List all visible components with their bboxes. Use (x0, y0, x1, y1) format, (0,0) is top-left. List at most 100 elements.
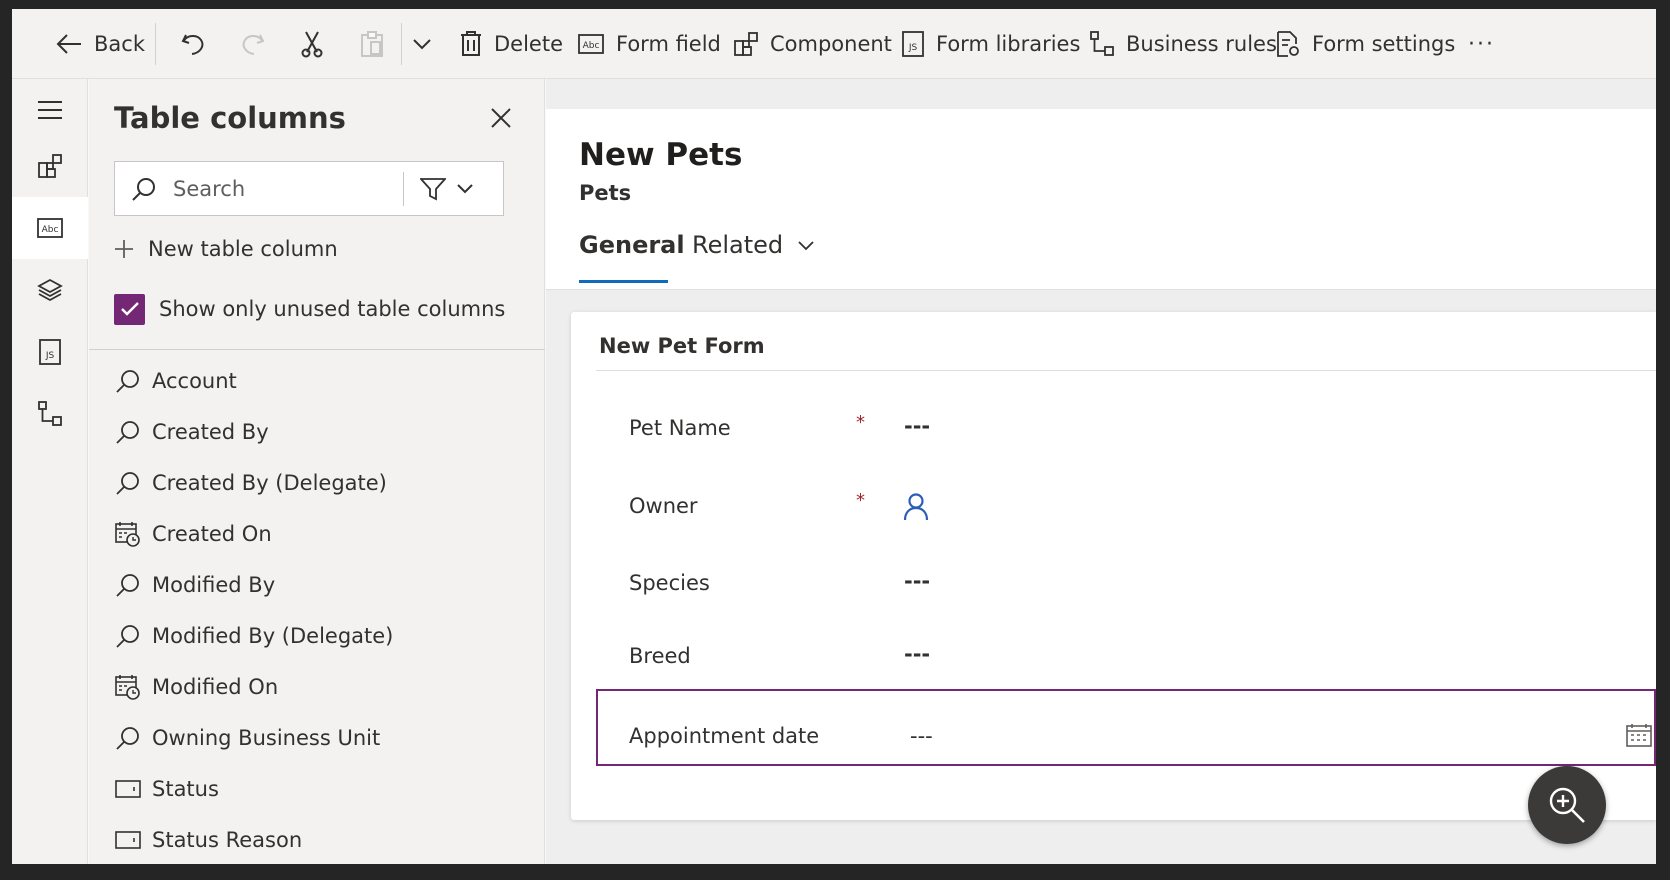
back-button[interactable]: Back (56, 9, 145, 79)
form-field-button[interactable]: Abc Form field (578, 9, 721, 79)
component-icon (734, 32, 758, 56)
paste-icon (361, 31, 383, 57)
datetime-icon (114, 673, 142, 701)
table-column-label: Status (152, 776, 219, 801)
new-table-column-label: New table column (148, 237, 338, 261)
table-column-label: Modified By (152, 572, 276, 597)
components-icon (38, 154, 62, 178)
tab-related-label: Related (692, 231, 784, 259)
form-settings-icon (1277, 31, 1299, 57)
field-label: Pet Name (629, 416, 731, 440)
search-icon (132, 177, 155, 201)
tab-general[interactable]: General (579, 231, 685, 259)
rail-business-rules-button[interactable] (12, 383, 88, 445)
table-column-item[interactable]: Created By (Delegate) (114, 457, 534, 508)
table-column-item[interactable]: Account (114, 355, 534, 406)
delete-icon (461, 31, 481, 56)
table-column-label: Status Reason (152, 827, 303, 852)
field-appointment-date[interactable]: Appointment date --- (596, 689, 1656, 766)
lookup-icon (114, 469, 142, 497)
rail-components-button[interactable] (12, 135, 88, 197)
cut-button[interactable] (300, 9, 324, 79)
show-unused-checkbox[interactable]: Show only unused table columns (114, 289, 505, 329)
required-indicator: * (856, 412, 865, 433)
field-value: --- (904, 569, 931, 593)
svg-text:Abc: Abc (583, 41, 600, 51)
hamburger-menu-button[interactable] (12, 79, 88, 141)
zoom-button[interactable] (1528, 766, 1606, 844)
section-title: New Pet Form (599, 334, 765, 358)
section-divider (596, 370, 1656, 371)
table-column-label: Created By (Delegate) (152, 470, 387, 495)
undo-button[interactable] (180, 9, 206, 79)
owner-lookup-icon (903, 493, 929, 521)
option-set-icon (114, 826, 142, 854)
filter-icon (420, 177, 446, 200)
chevron-down-icon (798, 240, 814, 250)
table-column-item[interactable]: Created By (114, 406, 534, 457)
lookup-icon (114, 418, 142, 446)
field-label: Breed (629, 644, 691, 668)
pane-title: Table columns (114, 101, 346, 135)
table-column-item[interactable]: Modified By (114, 559, 534, 610)
table-columns-pane: Table columns New table column Show only… (89, 79, 545, 864)
field-value: --- (904, 414, 931, 438)
filter-dropdown-button[interactable] (404, 177, 474, 201)
field-species[interactable]: Species --- (596, 547, 1656, 624)
redo-button[interactable] (240, 9, 266, 79)
form-section[interactable]: New Pet Form Pet Name * --- Owner * Spec… (571, 312, 1656, 820)
entity-name: Pets (579, 181, 632, 205)
pane-divider (89, 349, 545, 350)
form-canvas: New Pets Pets General Related New Pet Fo… (546, 79, 1656, 864)
rail-form-libraries-button[interactable]: JS (12, 321, 88, 383)
table-column-item[interactable]: Modified On (114, 661, 534, 712)
new-table-column-button[interactable]: New table column (114, 229, 338, 269)
table-column-label: Created By (152, 419, 269, 444)
close-pane-button[interactable] (486, 103, 516, 133)
tab-related[interactable]: Related (692, 231, 815, 259)
calendar-icon[interactable] (1626, 723, 1652, 747)
business-rules-icon (38, 401, 62, 426)
layers-icon (37, 278, 63, 302)
component-button[interactable]: Component (734, 9, 892, 79)
delete-label: Delete (494, 32, 563, 56)
form-libraries-label: Form libraries (936, 32, 1081, 56)
app-window: Back Delete Abc Form field Component JS … (12, 9, 1656, 864)
form-settings-label: Form settings (1312, 32, 1456, 56)
table-column-label: Created On (152, 521, 272, 546)
field-pet-name[interactable]: Pet Name * --- (596, 392, 1656, 469)
delete-button[interactable]: Delete (460, 9, 563, 79)
field-breed[interactable]: Breed --- (596, 620, 1656, 697)
search-input[interactable] (173, 176, 403, 201)
checkbox-checked[interactable] (114, 293, 145, 325)
form-field-label: Form field (616, 32, 721, 56)
table-column-item[interactable]: Modified By (Delegate) (114, 610, 534, 661)
rail-tree-view-button[interactable] (12, 259, 88, 321)
search-box (114, 161, 504, 216)
form-header: New Pets Pets General Related (546, 109, 1656, 290)
form-libraries-icon: JS (39, 339, 61, 365)
form-field-icon: Abc (578, 34, 604, 54)
business-rules-button[interactable]: Business rules (1090, 9, 1277, 79)
close-icon (491, 108, 511, 128)
field-owner[interactable]: Owner * (596, 470, 1656, 547)
more-commands-button[interactable]: ··· (1468, 9, 1495, 79)
table-column-item[interactable]: Status (114, 763, 534, 814)
table-column-item[interactable]: Created On (114, 508, 534, 559)
lookup-icon (114, 367, 142, 395)
table-column-label: Account (152, 368, 237, 393)
form-libraries-button[interactable]: JS Form libraries (902, 9, 1080, 79)
field-label: Species (629, 571, 710, 595)
rail-table-columns-button[interactable]: Abc (12, 197, 88, 259)
table-column-item[interactable]: Owning Business Unit (114, 712, 534, 763)
undo-icon (181, 34, 204, 55)
table-column-item[interactable]: Status Reason (114, 814, 534, 864)
form-settings-button[interactable]: Form settings (1276, 9, 1455, 79)
lookup-icon (114, 571, 142, 599)
more-label: ··· (1468, 31, 1495, 57)
svg-text:JS: JS (45, 351, 55, 361)
toolbar-divider (401, 23, 402, 65)
paste-button[interactable] (360, 9, 384, 79)
checkmark-icon (120, 302, 139, 316)
more-clipboard-dropdown[interactable] (412, 9, 432, 79)
